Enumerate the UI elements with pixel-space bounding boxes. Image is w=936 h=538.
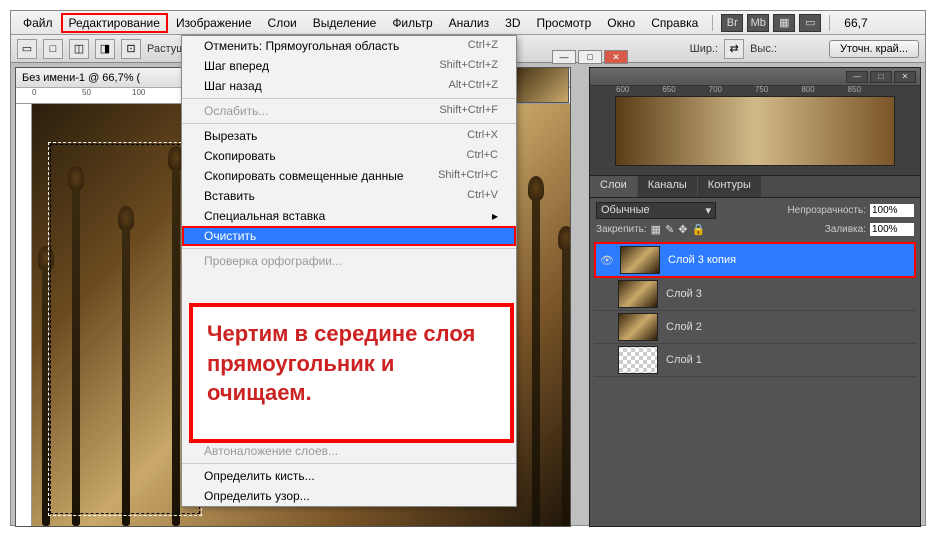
menu-fade: Ослабить...Shift+Ctrl+F [182, 101, 516, 121]
sel-new-icon[interactable]: □ [43, 39, 63, 59]
ruler-vertical [16, 104, 32, 526]
sel-add-icon[interactable]: ◫ [69, 39, 89, 59]
menu-cut[interactable]: ВырезатьCtrl+X [182, 126, 516, 146]
layer-name[interactable]: Слой 2 [662, 321, 914, 333]
layer-row[interactable]: Слой 1 [594, 344, 916, 377]
minibridge-button[interactable]: Mb [747, 14, 769, 32]
width-label: Шир.: [690, 43, 718, 55]
swap-wh-icon[interactable]: ⇄ [724, 39, 744, 59]
chevron-down-icon: ▾ [705, 204, 711, 217]
layer-row[interactable]: 👁 Слой 3 копия [594, 242, 916, 278]
submenu-arrow-icon: ▸ [492, 209, 498, 223]
menu-help[interactable]: Справка [643, 13, 706, 33]
menu-define-brush[interactable]: Определить кисть... [182, 466, 516, 486]
menu-3d[interactable]: 3D [497, 13, 528, 33]
layer-thumb[interactable] [618, 280, 658, 308]
layer-thumb[interactable] [618, 346, 658, 374]
opacity-input[interactable]: 100% [870, 204, 914, 217]
menu-copy-merged[interactable]: Скопировать совмещенные данныеShift+Ctrl… [182, 166, 516, 186]
tab-layers[interactable]: Слои [590, 176, 637, 197]
menu-define-pattern[interactable]: Определить узор... [182, 486, 516, 506]
maximize-button[interactable]: □ [578, 50, 602, 64]
menu-copy[interactable]: СкопироватьCtrl+C [182, 146, 516, 166]
lock-all-icon[interactable]: 🔒 [692, 223, 706, 236]
layer-name[interactable]: Слой 3 [662, 288, 914, 300]
menu-clear[interactable]: Очистить [182, 226, 516, 246]
bridge-button[interactable]: Br [721, 14, 743, 32]
close-button[interactable]: ✕ [604, 50, 628, 64]
fill-input[interactable]: 100% [870, 223, 914, 236]
visibility-eye-icon[interactable]: 👁 [598, 251, 616, 269]
menu-spellcheck: Проверка орфографии... [182, 251, 516, 271]
menu-view[interactable]: Просмотр [528, 13, 599, 33]
panel-tabs: Слои Каналы Контуры [590, 176, 920, 198]
visibility-eye-icon[interactable] [596, 351, 614, 369]
panels: — □ ✕ 600650700750800850 Слои Каналы Кон… [589, 67, 921, 527]
screen-mode-icon[interactable]: ▭ [799, 14, 821, 32]
lock-transparent-icon[interactable]: ▦ [651, 223, 661, 236]
menu-auto-blend: Автоналожение слоев... [182, 441, 516, 461]
menubar: Файл Редактирование Изображение Слои Выд… [11, 11, 925, 35]
fill-label: Заливка: [825, 224, 866, 235]
selection-marquee[interactable] [50, 144, 200, 514]
lock-pixels-icon[interactable]: ✎ [665, 223, 674, 236]
secondary-doc-thumb[interactable]: — □ ✕ [509, 67, 569, 103]
minimize-button[interactable]: — [552, 50, 576, 64]
sel-int-icon[interactable]: ⊡ [121, 39, 141, 59]
menu-paste-special[interactable]: Специальная вставка▸ [182, 206, 516, 226]
menu-analysis[interactable]: Анализ [441, 13, 498, 33]
annotation-callout: Чертим в середине слоя прямоугольник и о… [189, 303, 514, 443]
panel-minimize-icon[interactable]: — [846, 71, 868, 83]
menu-filter[interactable]: Фильтр [384, 13, 440, 33]
opacity-label: Непрозрачность: [787, 205, 866, 216]
navigator-panel: 600650700750800850 [590, 86, 920, 176]
menu-edit[interactable]: Редактирование [61, 13, 168, 33]
menu-paste[interactable]: ВставитьCtrl+V [182, 186, 516, 206]
menu-file[interactable]: Файл [15, 13, 61, 33]
menu-image[interactable]: Изображение [168, 13, 260, 33]
marquee-tool-icon[interactable]: ▭ [17, 39, 37, 59]
layer-thumb[interactable] [620, 246, 660, 274]
lock-label: Закрепить: [596, 224, 647, 235]
menu-undo[interactable]: Отменить: Прямоугольная областьCtrl+Z [182, 36, 516, 56]
layer-row[interactable]: Слой 3 [594, 278, 916, 311]
tab-paths[interactable]: Контуры [698, 176, 761, 197]
visibility-eye-icon[interactable] [596, 285, 614, 303]
layers-list: 👁 Слой 3 копия Слой 3 Слой 2 Слой 1 [590, 240, 920, 379]
layer-row[interactable]: Слой 2 [594, 311, 916, 344]
menu-window[interactable]: Окно [599, 13, 643, 33]
menu-layers[interactable]: Слои [260, 13, 305, 33]
height-label: Выс.: [750, 43, 777, 55]
panel-maximize-icon[interactable]: □ [870, 71, 892, 83]
refine-edge-button[interactable]: Уточн. край... [829, 40, 919, 58]
view-extras-icon[interactable]: ▦ [773, 14, 795, 32]
zoom-readout[interactable]: 66,7 [844, 16, 867, 30]
navigator-thumb[interactable]: 600650700750800850 [615, 96, 895, 166]
lock-position-icon[interactable]: ✥ [678, 223, 687, 236]
tab-channels[interactable]: Каналы [638, 176, 697, 197]
menu-step-forward[interactable]: Шаг впередShift+Ctrl+Z [182, 56, 516, 76]
blend-mode-select[interactable]: Обычные▾ [596, 202, 716, 219]
panel-close-icon[interactable]: ✕ [894, 71, 916, 83]
menu-step-back[interactable]: Шаг назадAlt+Ctrl+Z [182, 76, 516, 96]
layer-name[interactable]: Слой 1 [662, 354, 914, 366]
layer-thumb[interactable] [618, 313, 658, 341]
visibility-eye-icon[interactable] [596, 318, 614, 336]
menu-select[interactable]: Выделение [305, 13, 385, 33]
sel-sub-icon[interactable]: ◨ [95, 39, 115, 59]
layer-name[interactable]: Слой 3 копия [664, 254, 912, 266]
document-title: Без имени-1 @ 66,7% ( [22, 72, 140, 84]
